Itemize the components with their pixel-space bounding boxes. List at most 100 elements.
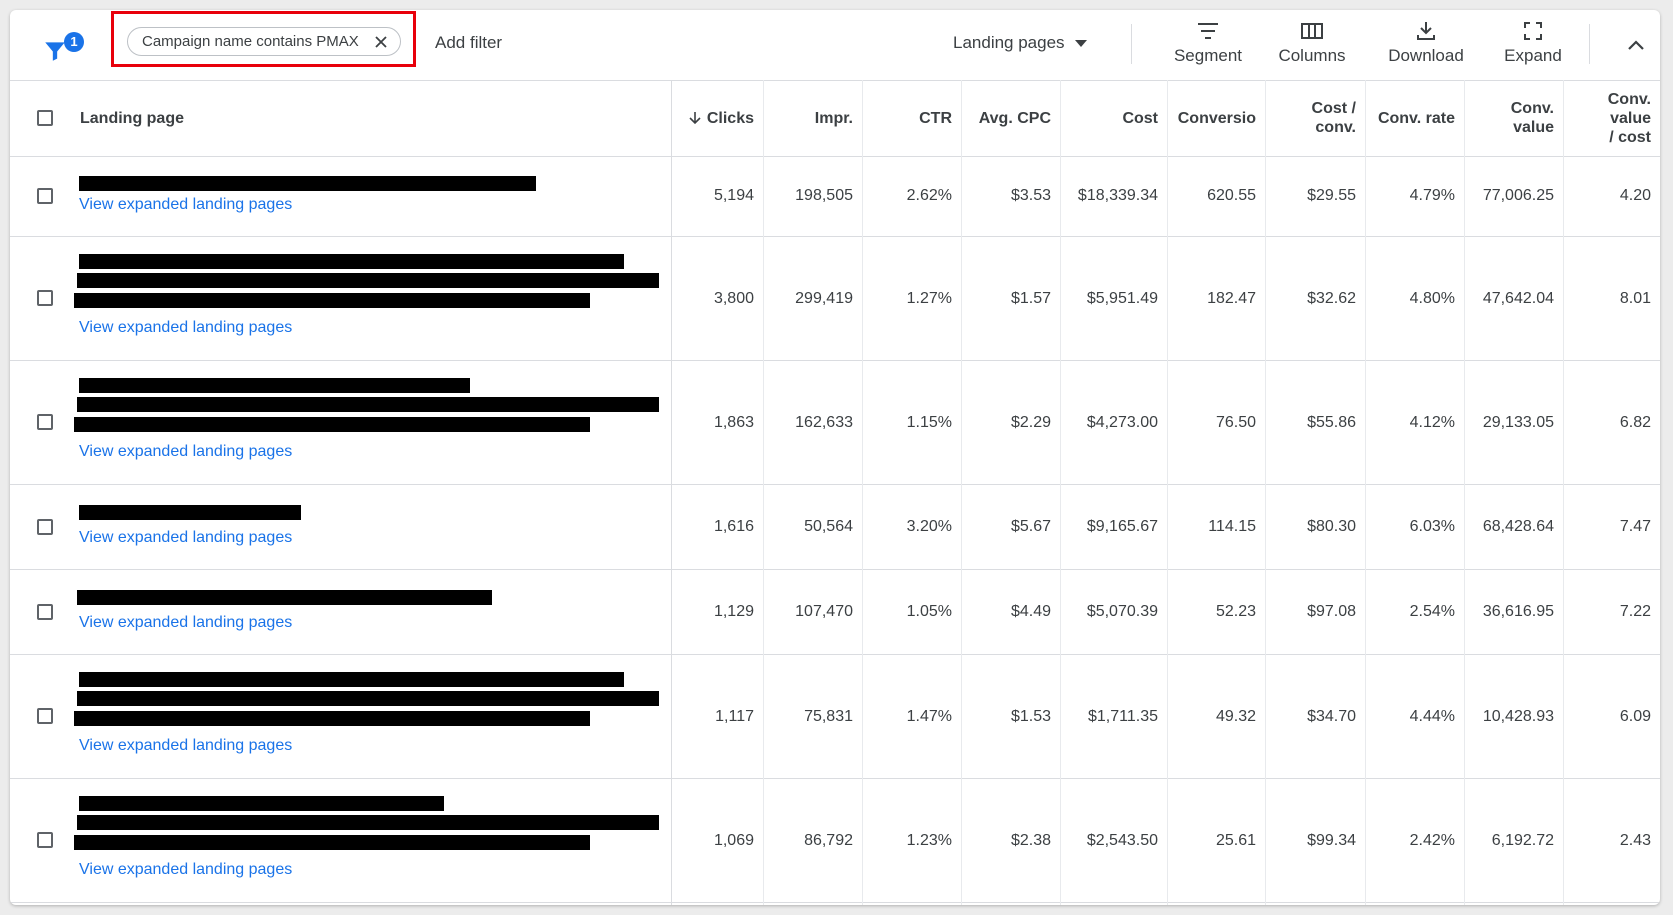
toolbar-divider xyxy=(1131,24,1132,64)
cell-avg-cpc: $1.53 xyxy=(1010,707,1051,725)
cell-cost: $1,711.35 xyxy=(1088,707,1158,725)
cell-impr: 299,419 xyxy=(795,289,853,307)
column-divider xyxy=(1167,80,1168,905)
row-checkbox[interactable] xyxy=(37,187,53,204)
row-checkbox[interactable] xyxy=(37,414,53,430)
cell-avg-cpc: $3.53 xyxy=(1010,187,1051,204)
cell-conv-value: 6,192.72 xyxy=(1491,831,1554,849)
header-conv-value-cost[interactable]: Conv. value / cost xyxy=(1563,80,1660,156)
table-row: View expanded landing pages 1,069 86,792 1.… xyxy=(10,779,1660,903)
view-dropdown-label: Landing pages xyxy=(953,33,1065,52)
view-expanded-landing-pages-link[interactable]: View expanded landing pages xyxy=(79,196,292,214)
header-impr[interactable]: Impr. xyxy=(763,80,862,156)
header-clicks[interactable]: Clicks xyxy=(671,80,763,156)
download-button[interactable]: Download xyxy=(1380,20,1472,72)
cell-conversions: 76.50 xyxy=(1215,413,1256,431)
cell-ctr: 1.47% xyxy=(906,707,952,725)
cell-impr: 86,792 xyxy=(804,831,853,849)
table-row: View expanded landing pages 1,129 107,470 1… xyxy=(10,570,1660,655)
cell-conv-value: 77,006.25 xyxy=(1482,187,1554,204)
column-divider xyxy=(1265,80,1266,905)
header-avg-cpc[interactable]: Avg. CPC xyxy=(961,80,1060,156)
caret-down-icon xyxy=(1074,40,1087,48)
cell-conv-value: 10,428.93 xyxy=(1482,707,1554,725)
filter-chip-label: Campaign name contains PMAX xyxy=(142,33,359,50)
redacted-url xyxy=(79,505,301,520)
row-checkbox[interactable] xyxy=(37,290,53,306)
header-cost[interactable]: Cost xyxy=(1060,80,1167,156)
view-dropdown[interactable]: Landing pages xyxy=(953,33,1087,53)
close-icon[interactable] xyxy=(374,35,388,49)
download-icon xyxy=(1417,22,1435,40)
table-row: View expanded landing pages 1,616 50,564 3.… xyxy=(10,485,1660,570)
header-conv-rate[interactable]: Conv. rate xyxy=(1365,80,1464,156)
view-expanded-landing-pages-link[interactable]: View expanded landing pages xyxy=(79,443,292,461)
segment-button[interactable]: Segment xyxy=(1168,20,1248,72)
header-clicks-label: Clicks xyxy=(706,109,754,127)
cell-conv-value: 68,428.64 xyxy=(1482,518,1554,535)
table-header-row: Landing page Clicks Impr. CTR Avg. CPC C… xyxy=(10,80,1660,157)
cell-conversions: 49.32 xyxy=(1215,707,1256,725)
expand-button[interactable]: Expand xyxy=(1498,20,1568,72)
cell-cost-per-conv: $80.30 xyxy=(1307,518,1356,535)
chevron-up-icon[interactable] xyxy=(1623,32,1649,58)
cell-conv-value: 29,133.05 xyxy=(1482,413,1554,431)
view-expanded-landing-pages-link[interactable]: View expanded landing pages xyxy=(79,319,292,337)
cell-clicks: 1,616 xyxy=(713,518,754,535)
cell-conversions: 114.15 xyxy=(1208,518,1256,535)
columns-label: Columns xyxy=(1278,46,1346,65)
header-cost-per-conv[interactable]: Cost / conv. xyxy=(1265,80,1365,156)
cell-conv-rate: 2.54% xyxy=(1409,603,1455,620)
expand-label: Expand xyxy=(1504,46,1562,65)
redacted-url xyxy=(74,835,590,850)
download-label: Download xyxy=(1388,46,1464,65)
cell-ctr: 1.15% xyxy=(906,413,952,431)
cell-cost: $2,543.50 xyxy=(1086,831,1158,849)
cell-conv-rate: 2.42% xyxy=(1409,831,1455,849)
cell-conv-rate: 4.12% xyxy=(1409,413,1455,431)
header-conversions[interactable]: Conversio xyxy=(1167,80,1265,156)
cell-conversions: 182.47 xyxy=(1207,289,1256,307)
cell-cost: $5,951.49 xyxy=(1086,289,1158,307)
cell-conv-value-cost: 8.01 xyxy=(1619,289,1651,307)
filter-button[interactable]: 1 xyxy=(42,24,84,66)
add-filter-button[interactable]: Add filter xyxy=(435,33,502,53)
redacted-url xyxy=(79,378,470,393)
cell-impr: 50,564 xyxy=(804,518,853,535)
cell-conversions: 52.23 xyxy=(1215,603,1256,620)
cell-conv-value-cost: 4.20 xyxy=(1619,187,1651,204)
table-row: View expanded landing pages 5,194 198,505 2… xyxy=(10,156,1660,237)
cell-clicks: 1,129 xyxy=(713,603,754,620)
row-checkbox[interactable] xyxy=(37,518,53,535)
cell-ctr: 3.20% xyxy=(906,518,952,535)
cell-cost: $4,273.00 xyxy=(1086,413,1158,431)
view-expanded-landing-pages-link[interactable]: View expanded landing pages xyxy=(79,861,292,879)
arrow-down-icon xyxy=(689,112,701,125)
row-checkbox[interactable] xyxy=(37,603,53,620)
view-expanded-landing-pages-link[interactable]: View expanded landing pages xyxy=(79,529,292,547)
table-row: View expanded landing pages 3,800 299,419 1… xyxy=(10,237,1660,361)
segment-label: Segment xyxy=(1173,46,1243,65)
redacted-url xyxy=(79,796,444,811)
filter-chip-campaign-name[interactable]: Campaign name contains PMAX xyxy=(127,27,401,56)
select-all-checkbox[interactable] xyxy=(37,110,53,126)
view-expanded-landing-pages-link[interactable]: View expanded landing pages xyxy=(79,737,292,755)
header-landing-page[interactable]: Landing page xyxy=(80,80,480,156)
column-divider xyxy=(671,80,672,905)
view-expanded-landing-pages-link[interactable]: View expanded landing pages xyxy=(79,614,292,632)
cell-avg-cpc: $5.67 xyxy=(1010,518,1051,535)
table-toolbar: 1 Campaign name contains PMAX Add filter… xyxy=(10,10,1660,81)
cell-avg-cpc: $4.49 xyxy=(1010,603,1051,620)
header-conv-value[interactable]: Conv. value xyxy=(1464,80,1563,156)
column-divider xyxy=(763,80,764,905)
header-ctr[interactable]: CTR xyxy=(862,80,961,156)
cell-impr: 75,831 xyxy=(804,707,853,725)
segment-icon xyxy=(1198,23,1218,39)
redacted-url xyxy=(79,254,624,269)
columns-icon xyxy=(1301,23,1323,39)
cell-ctr: 1.23% xyxy=(906,831,952,849)
row-checkbox[interactable] xyxy=(37,832,53,848)
cell-cost-per-conv: $29.55 xyxy=(1307,187,1356,204)
row-checkbox[interactable] xyxy=(37,708,53,724)
columns-button[interactable]: Columns xyxy=(1271,20,1353,72)
